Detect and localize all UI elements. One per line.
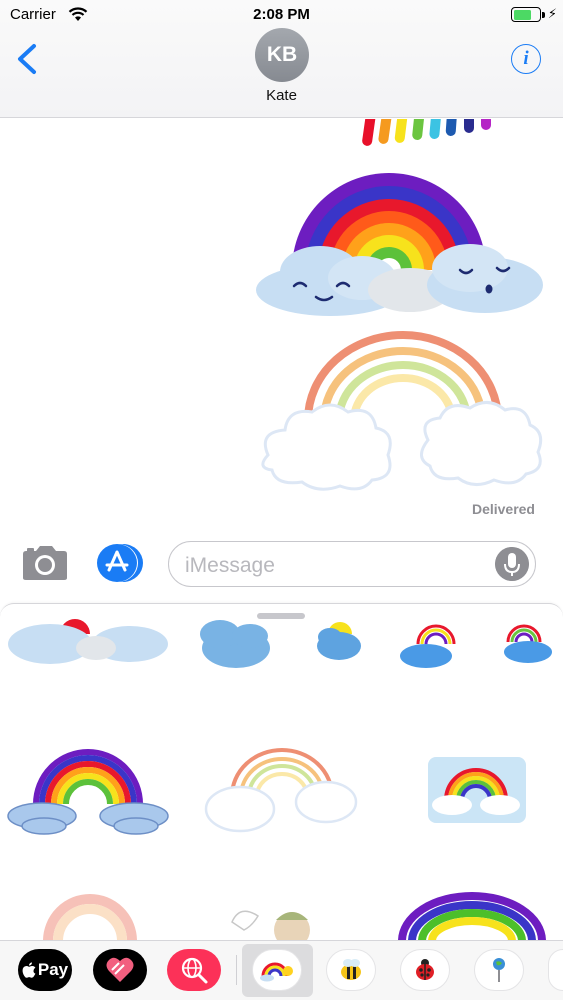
microphone-icon[interactable] (495, 547, 529, 581)
heart-sticker-app[interactable] (93, 949, 147, 991)
more-apps-partial[interactable] (548, 949, 563, 991)
battery-level (513, 9, 531, 20)
sticker-watercolor-rainbow[interactable] (428, 757, 526, 823)
sticker-cherub-partial[interactable] (231, 910, 310, 940)
globe-search-app[interactable] (167, 949, 221, 991)
sticker-pastel-rainbow-outline-clouds[interactable] (204, 748, 358, 833)
contact-avatar[interactable]: KB (255, 28, 309, 82)
camera-icon[interactable] (22, 545, 68, 581)
charging-icon: ⚡ (547, 6, 557, 21)
apple-pay-button[interactable]: Pay (18, 949, 72, 991)
message-list[interactable] (0, 119, 563, 525)
ladybug-sticker-app[interactable] (400, 949, 450, 991)
drawer-grabber[interactable] (257, 613, 305, 619)
pin-icon (493, 958, 505, 982)
pin-sticker-app[interactable] (474, 949, 524, 991)
status-bar: Carrier 2:08 PM ⚡ (0, 0, 563, 30)
sticker-bright-rainbow-partial[interactable] (398, 892, 546, 940)
sticker-rainbow-blue-clouds[interactable] (7, 749, 169, 835)
bee-icon (341, 959, 361, 980)
chevron-left-icon[interactable] (14, 42, 40, 76)
rainbow-sun-icon (260, 962, 293, 982)
contact-initials: KB (266, 43, 298, 66)
sticker-rainbow-cloud-small[interactable] (400, 624, 456, 668)
ladybug-icon (416, 959, 434, 980)
status-time: 2:08 PM (253, 6, 310, 23)
app-tray: Pay (0, 940, 563, 1000)
composer-bar: iMessage (0, 535, 563, 595)
sticker-blue-cloud[interactable] (200, 620, 270, 668)
message-input[interactable]: iMessage (168, 541, 536, 587)
battery-icon (511, 7, 545, 22)
sticker-grid (7, 619, 552, 940)
message-stickers (256, 119, 543, 491)
sticker-rainbow-clouds-partial[interactable] (8, 619, 168, 664)
sticker-pastel-rainbow-outline-clouds[interactable] (261, 331, 543, 491)
bee-sticker-app[interactable] (326, 949, 376, 991)
app-store-icon[interactable] (96, 543, 144, 583)
tray-divider (236, 955, 237, 985)
heart-icon (106, 957, 134, 982)
sticker-rainbow-cloud-small-2[interactable] (504, 624, 552, 663)
delivered-status: Delivered (471, 501, 535, 517)
sticker-drawer[interactable] (0, 603, 563, 940)
sticker-rainbow-with-smiling-clouds[interactable] (256, 173, 543, 316)
message-placeholder: iMessage (185, 554, 275, 577)
sticker-pink-rainbow-partial[interactable] (43, 894, 137, 940)
sticker-small-blue-cloud[interactable] (317, 622, 361, 660)
sticker-rainbow-marker-strokes[interactable] (362, 119, 491, 147)
info-icon[interactable]: i (511, 44, 541, 74)
globe-search-icon (181, 957, 208, 984)
rainbow-sticker-app[interactable] (252, 949, 302, 991)
apple-icon (22, 961, 36, 978)
contact-name[interactable]: Kate (0, 87, 563, 104)
apple-pay-label: Pay (37, 960, 69, 979)
